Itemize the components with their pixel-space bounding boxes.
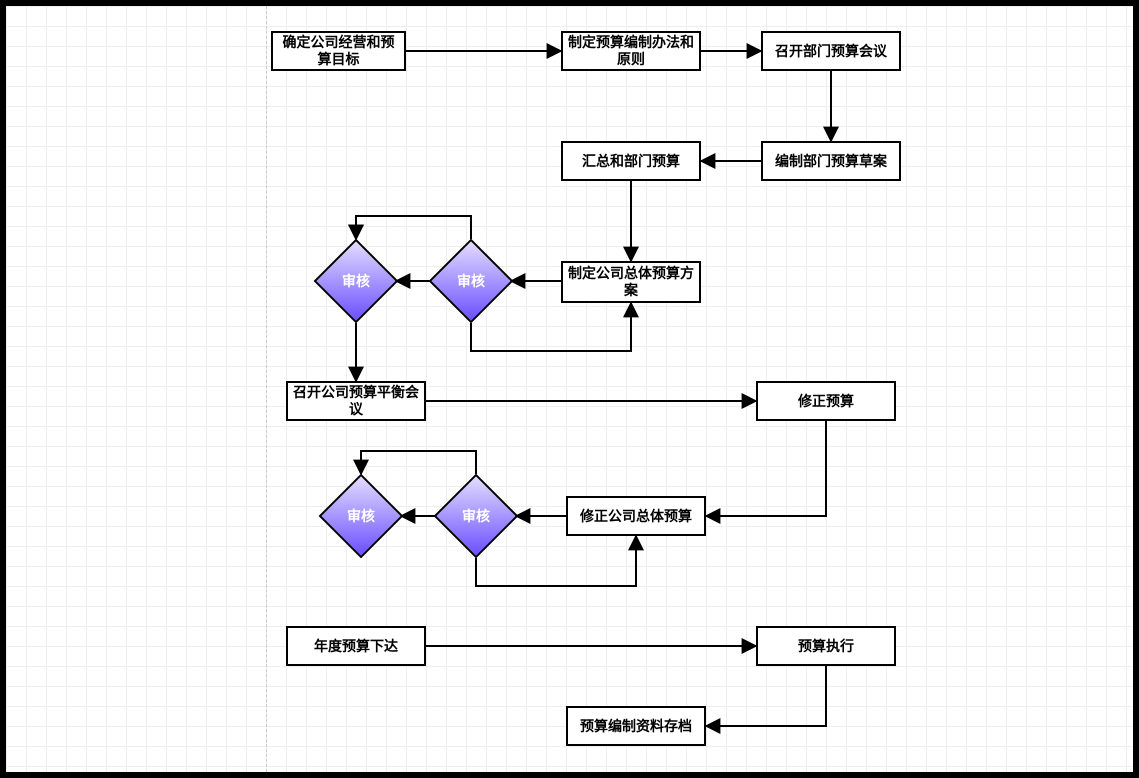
node-annual-issue[interactable]: 年度预算下达 xyxy=(286,626,426,666)
node-revise-overall[interactable]: 修正公司总体预算 xyxy=(566,496,706,536)
decision-review-2[interactable]: 审核 xyxy=(326,251,386,311)
node-budget-rules[interactable]: 制定预算编制办法和原则 xyxy=(561,31,701,71)
node-summarize-dept[interactable]: 汇总和部门预算 xyxy=(561,141,701,181)
decision-review-4[interactable]: 审核 xyxy=(331,486,391,546)
node-archive[interactable]: 预算编制资料存档 xyxy=(566,706,706,746)
node-label: 制定预算编制办法和原则 xyxy=(567,34,695,68)
node-company-goals[interactable]: 确定公司经营和预算目标 xyxy=(271,31,406,71)
node-label: 预算执行 xyxy=(798,638,854,655)
node-label: 年度预算下达 xyxy=(314,638,398,655)
node-label: 预算编制资料存档 xyxy=(580,718,692,735)
node-label: 召开部门预算会议 xyxy=(775,43,887,60)
node-overall-plan[interactable]: 制定公司总体预算方案 xyxy=(561,261,701,303)
decision-label: 审核 xyxy=(441,251,501,311)
node-revise-budget[interactable]: 修正预算 xyxy=(756,381,896,421)
node-label: 汇总和部门预算 xyxy=(582,153,680,170)
node-balance-meeting[interactable]: 召开公司预算平衡会议 xyxy=(286,381,426,421)
node-label: 编制部门预算草案 xyxy=(775,153,887,170)
decision-label: 审核 xyxy=(326,251,386,311)
node-label: 召开公司预算平衡会议 xyxy=(292,384,420,418)
decision-label: 审核 xyxy=(331,486,391,546)
node-label: 制定公司总体预算方案 xyxy=(567,265,695,299)
node-execute[interactable]: 预算执行 xyxy=(756,626,896,666)
decision-review-3[interactable]: 审核 xyxy=(446,486,506,546)
node-dept-meeting[interactable]: 召开部门预算会议 xyxy=(761,31,901,71)
diagram-frame: 确定公司经营和预算目标 制定预算编制办法和原则 召开部门预算会议 编制部门预算草… xyxy=(0,0,1139,778)
node-dept-draft[interactable]: 编制部门预算草案 xyxy=(761,141,901,181)
decision-review-1[interactable]: 审核 xyxy=(441,251,501,311)
node-label: 确定公司经营和预算目标 xyxy=(277,34,400,68)
node-label: 修正公司总体预算 xyxy=(580,508,692,525)
decision-label: 审核 xyxy=(446,486,506,546)
node-label: 修正预算 xyxy=(798,393,854,410)
connectors xyxy=(6,6,1133,772)
